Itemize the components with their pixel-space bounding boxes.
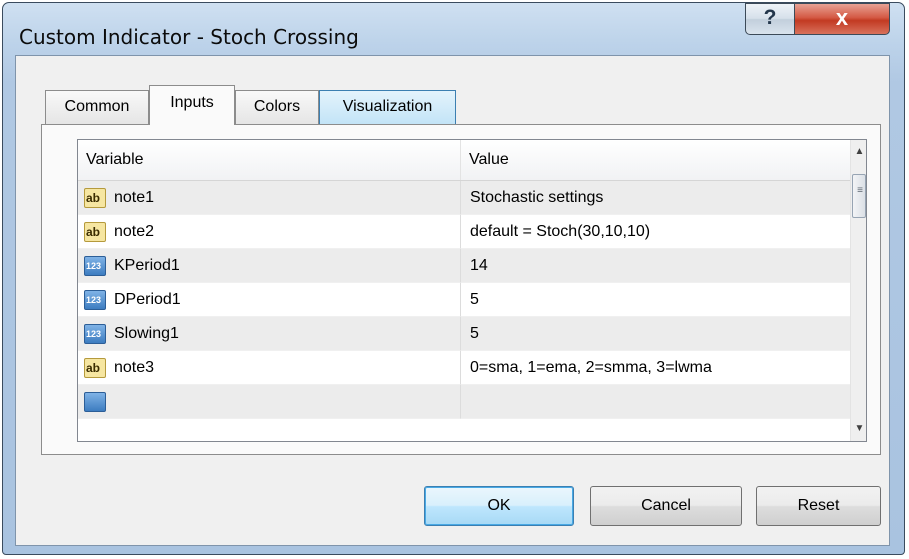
column-header-value[interactable]: Value: [461, 140, 850, 180]
cancel-button[interactable]: Cancel: [590, 486, 742, 526]
value-cell[interactable]: 14: [461, 249, 850, 283]
dialog-body: Common Inputs Colors Visualization Varia…: [15, 55, 890, 546]
value-cell[interactable]: 5: [461, 317, 850, 351]
grid-header: Variable Value: [78, 140, 850, 181]
integer-icon: [84, 392, 106, 412]
integer-icon: 123: [84, 290, 106, 310]
variable-cell[interactable]: 123 Slowing1: [78, 317, 461, 351]
value-cell[interactable]: default = Stoch(30,10,10): [461, 215, 850, 249]
variable-name: DPeriod1: [114, 291, 181, 308]
inputs-grid[interactable]: Variable Value ab note1 Stochastic setti…: [77, 139, 867, 442]
column-header-variable[interactable]: Variable: [78, 140, 461, 180]
variable-name: note2: [114, 223, 155, 240]
string-icon: ab: [84, 222, 106, 242]
variable-value: Stochastic settings: [470, 189, 604, 206]
variable-cell[interactable]: 123 DPeriod1: [78, 283, 461, 317]
grip-icon: ≡: [857, 185, 863, 196]
string-icon: ab: [84, 188, 106, 208]
variable-value: 14: [470, 257, 488, 274]
dialog-window: Custom Indicator - Stoch Crossing ? x Co…: [2, 2, 905, 555]
tab-inputs[interactable]: Inputs: [149, 85, 235, 125]
integer-icon: 123: [84, 256, 106, 276]
variable-name: note3: [114, 359, 155, 376]
variable-name: KPeriod1: [114, 257, 180, 274]
value-cell[interactable]: Stochastic settings: [461, 181, 850, 215]
reset-button[interactable]: Reset: [756, 486, 881, 526]
table-row-partial[interactable]: [78, 385, 850, 419]
table-row[interactable]: ab note1 Stochastic settings: [78, 181, 850, 215]
value-cell[interactable]: [461, 385, 850, 419]
close-button[interactable]: x: [794, 3, 890, 35]
variable-value: 5: [470, 325, 479, 342]
window-title: Custom Indicator - Stoch Crossing: [19, 25, 359, 49]
string-icon: ab: [84, 358, 106, 378]
variable-cell[interactable]: ab note2: [78, 215, 461, 249]
tab-visualization[interactable]: Visualization: [319, 90, 456, 124]
variable-value: 5: [470, 291, 479, 308]
close-icon: x: [835, 5, 849, 30]
variable-name: note1: [114, 189, 155, 206]
vertical-scrollbar[interactable]: ▲ ≡ ▼: [850, 140, 866, 441]
inputs-tab-panel: Variable Value ab note1 Stochastic setti…: [41, 124, 881, 455]
tab-colors[interactable]: Colors: [235, 90, 319, 124]
table-row[interactable]: 123 DPeriod1 5: [78, 283, 850, 317]
title-bar[interactable]: Custom Indicator - Stoch Crossing ? x: [3, 3, 904, 55]
variable-cell[interactable]: [78, 385, 461, 419]
variable-cell[interactable]: 123 KPeriod1: [78, 249, 461, 283]
scroll-up-arrow-icon[interactable]: ▲: [851, 140, 866, 164]
table-row[interactable]: ab note3 0=sma, 1=ema, 2=smma, 3=lwma: [78, 351, 850, 385]
help-button[interactable]: ?: [745, 3, 795, 35]
scroll-thumb[interactable]: ≡: [852, 174, 866, 218]
value-cell[interactable]: 5: [461, 283, 850, 317]
variable-cell[interactable]: ab note3: [78, 351, 461, 385]
tab-common[interactable]: Common: [45, 90, 149, 124]
table-row[interactable]: 123 KPeriod1 14: [78, 249, 850, 283]
variable-cell[interactable]: ab note1: [78, 181, 461, 215]
scroll-down-arrow-icon[interactable]: ▼: [851, 417, 866, 441]
variable-name: Slowing1: [114, 325, 179, 342]
integer-icon: 123: [84, 324, 106, 344]
table-row[interactable]: 123 Slowing1 5: [78, 317, 850, 351]
variable-value: 0=sma, 1=ema, 2=smma, 3=lwma: [470, 359, 712, 376]
variable-value: default = Stoch(30,10,10): [470, 223, 651, 240]
value-cell[interactable]: 0=sma, 1=ema, 2=smma, 3=lwma: [461, 351, 850, 385]
help-icon: ?: [763, 6, 777, 29]
ok-button[interactable]: OK: [424, 486, 574, 526]
table-row[interactable]: ab note2 default = Stoch(30,10,10): [78, 215, 850, 249]
